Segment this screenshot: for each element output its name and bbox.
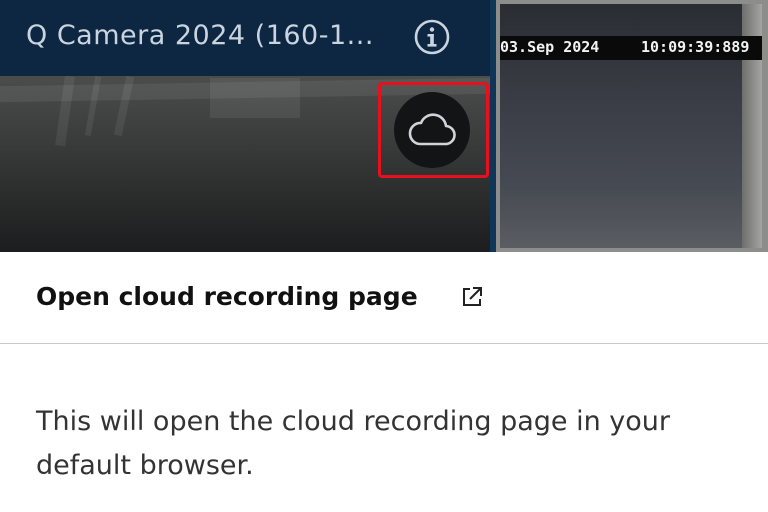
camera-title: Q Camera 2024 (160-1... [26, 20, 374, 51]
cloud-button-highlight [378, 82, 489, 178]
popover-divider [0, 343, 768, 344]
timestamp-date: 03.Sep 2024 [500, 38, 600, 56]
popover-title[interactable]: Open cloud recording page [36, 282, 418, 311]
popover-body: This will open the cloud recording page … [36, 406, 670, 481]
timestamp-overlay: 03.Sep 2024 10:09:39:889 [500, 36, 762, 60]
timestamp-time: 10:09:39:889 [641, 38, 750, 56]
camera-tile-right[interactable]: 03.Sep 2024 10:09:39:889 [496, 0, 768, 252]
camera-tile-header: Q Camera 2024 (160-1... [0, 0, 492, 76]
camera-video-right: 03.Sep 2024 10:09:39:889 [500, 4, 762, 248]
info-icon[interactable] [414, 19, 450, 55]
external-link-icon[interactable] [459, 284, 485, 310]
cloud-recording-popover: Open cloud recording page This will open… [0, 252, 768, 512]
